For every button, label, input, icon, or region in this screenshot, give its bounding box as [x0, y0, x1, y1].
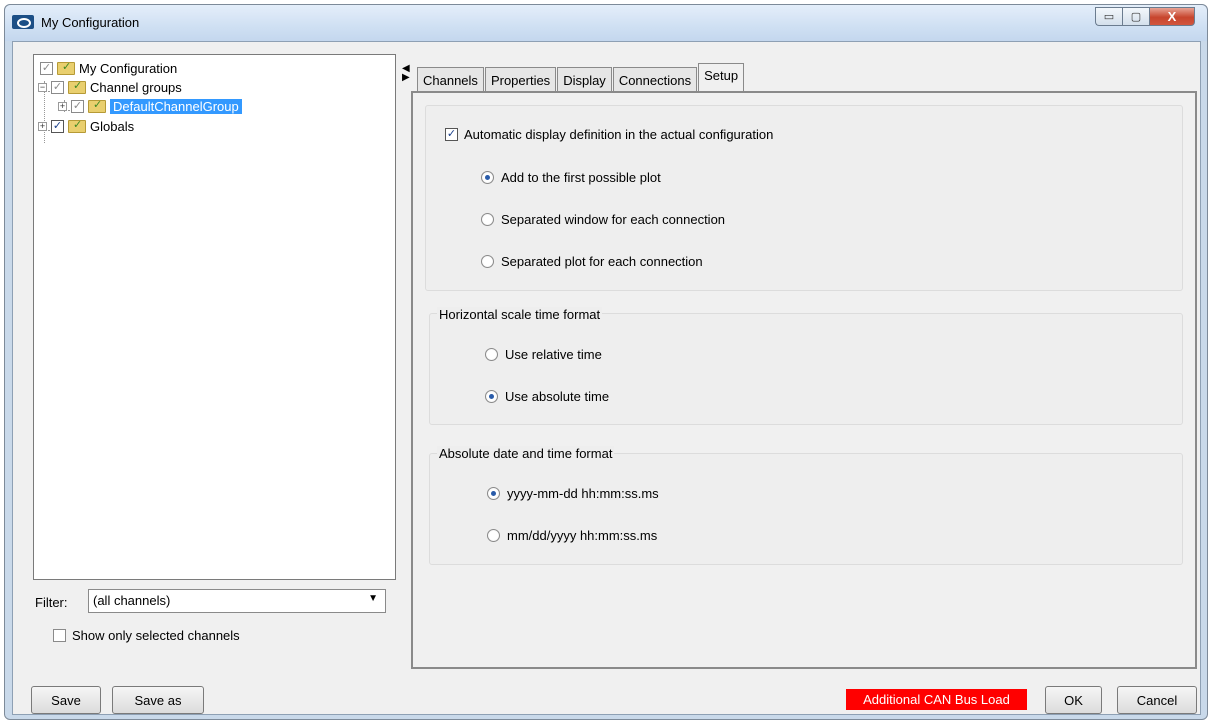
tree-item-my-configuration[interactable]: ✓ My Configuration: [40, 59, 177, 77]
radio-separated-window[interactable]: Separated window for each connection: [481, 212, 725, 227]
radio-relative-time[interactable]: Use relative time: [485, 347, 602, 362]
save-as-button[interactable]: Save as: [112, 686, 204, 714]
tree-checkbox[interactable]: ✓: [71, 99, 84, 113]
ok-button[interactable]: OK: [1045, 686, 1102, 714]
tree-checkbox[interactable]: ✓: [51, 119, 64, 133]
tree-checkbox[interactable]: ✓: [40, 61, 53, 75]
configuration-window: My Configuration ▭ ▢ X ✓ My Configuratio…: [4, 4, 1208, 720]
tree-item-default-channel-group[interactable]: + ✓ DefaultChannelGroup: [58, 97, 242, 115]
tab-channels[interactable]: Channels: [417, 67, 484, 92]
radio-button[interactable]: [481, 171, 494, 184]
chevron-down-icon: ▼: [368, 593, 378, 604]
maximize-icon: ▢: [1130, 11, 1142, 23]
can-bus-load-indicator: Additional CAN Bus Load: [846, 689, 1027, 710]
expand-right-icon: ▶: [402, 72, 410, 83]
auto-display-label: Automatic display definition in the actu…: [464, 127, 774, 142]
radio-button[interactable]: [481, 255, 494, 268]
radio-us-format[interactable]: mm/dd/yyyy hh:mm:ss.ms: [487, 528, 657, 543]
close-button[interactable]: X: [1149, 7, 1195, 26]
filter-value: (all channels): [93, 593, 171, 608]
show-only-selected-checkbox[interactable]: Show only selected channels: [53, 628, 240, 643]
expand-icon[interactable]: +: [38, 121, 47, 131]
horizontal-scale-title: Horizontal scale time format: [437, 307, 603, 322]
left-pane: ✓ My Configuration − ✓ Channel groups + …: [13, 42, 403, 670]
tab-connections[interactable]: Connections: [612, 67, 698, 92]
radio-button[interactable]: [485, 390, 498, 403]
radio-absolute-time[interactable]: Use absolute time: [485, 389, 609, 404]
tree-item-channel-groups[interactable]: − ✓ Channel groups: [38, 78, 182, 96]
cancel-button[interactable]: Cancel: [1117, 686, 1197, 714]
show-only-label: Show only selected channels: [72, 628, 240, 643]
folder-icon: [68, 118, 86, 133]
window-controls: ▭ ▢ X: [1095, 7, 1195, 26]
folder-icon: [57, 60, 75, 75]
radio-button[interactable]: [487, 529, 500, 542]
setup-panel: ✓ Automatic display definition in the ac…: [411, 91, 1197, 669]
app-icon: [12, 15, 34, 29]
minimize-icon: ▭: [1103, 11, 1115, 23]
auto-display-checkbox[interactable]: ✓ Automatic display definition in the ac…: [445, 127, 773, 142]
radio-button[interactable]: [487, 487, 500, 500]
filter-label: Filter:: [35, 595, 68, 610]
tree-item-label: My Configuration: [79, 60, 178, 76]
radio-separated-plot[interactable]: Separated plot for each connection: [481, 254, 703, 269]
radio-label: Separated window for each connection: [501, 212, 726, 227]
tree-item-label: Channel groups: [90, 79, 182, 95]
folder-icon: [68, 79, 86, 94]
radio-label: Use absolute time: [505, 389, 610, 404]
maximize-button[interactable]: ▢: [1122, 7, 1149, 26]
date-format-title: Absolute date and time format: [437, 446, 615, 461]
expand-icon[interactable]: +: [58, 101, 67, 111]
tree-checkbox[interactable]: ✓: [51, 80, 64, 94]
horizontal-scale-group: [429, 313, 1183, 425]
tree-item-globals[interactable]: + ✓ Globals: [38, 117, 134, 135]
date-format-group: [429, 453, 1183, 565]
radio-add-to-first-plot[interactable]: Add to the first possible plot: [481, 170, 661, 185]
close-icon: X: [1167, 9, 1177, 24]
tab-properties[interactable]: Properties: [484, 67, 557, 92]
radio-iso-format[interactable]: yyyy-mm-dd hh:mm:ss.ms: [487, 486, 659, 501]
radio-label: yyyy-mm-dd hh:mm:ss.ms: [507, 486, 659, 501]
checkbox-box[interactable]: ✓: [445, 128, 458, 141]
radio-button[interactable]: [485, 348, 498, 361]
radio-label: mm/dd/yyyy hh:mm:ss.ms: [507, 528, 658, 543]
folder-icon: [88, 98, 106, 113]
tree-item-label: Globals: [90, 118, 135, 134]
tab-display[interactable]: Display: [557, 67, 612, 92]
window-title: My Configuration: [41, 15, 140, 30]
tab-strip: Channels Properties Display Connections …: [417, 63, 745, 93]
dialog-client-area: ✓ My Configuration − ✓ Channel groups + …: [12, 41, 1201, 715]
splitter-handle[interactable]: ◀ ▶: [402, 64, 410, 83]
save-button[interactable]: Save: [31, 686, 101, 714]
title-bar[interactable]: My Configuration ▭ ▢ X: [5, 5, 1207, 41]
minimize-button[interactable]: ▭: [1095, 7, 1122, 26]
radio-button[interactable]: [481, 213, 494, 226]
filter-dropdown[interactable]: (all channels) ▼: [88, 589, 386, 613]
tab-setup[interactable]: Setup: [698, 63, 745, 93]
radio-label: Separated plot for each connection: [501, 254, 703, 269]
configuration-tree[interactable]: ✓ My Configuration − ✓ Channel groups + …: [33, 54, 396, 580]
collapse-icon[interactable]: −: [38, 82, 47, 92]
radio-label: Use relative time: [505, 347, 602, 362]
radio-label: Add to the first possible plot: [501, 170, 661, 185]
tree-item-label: DefaultChannelGroup: [110, 98, 242, 114]
checkbox-box[interactable]: [53, 629, 66, 642]
